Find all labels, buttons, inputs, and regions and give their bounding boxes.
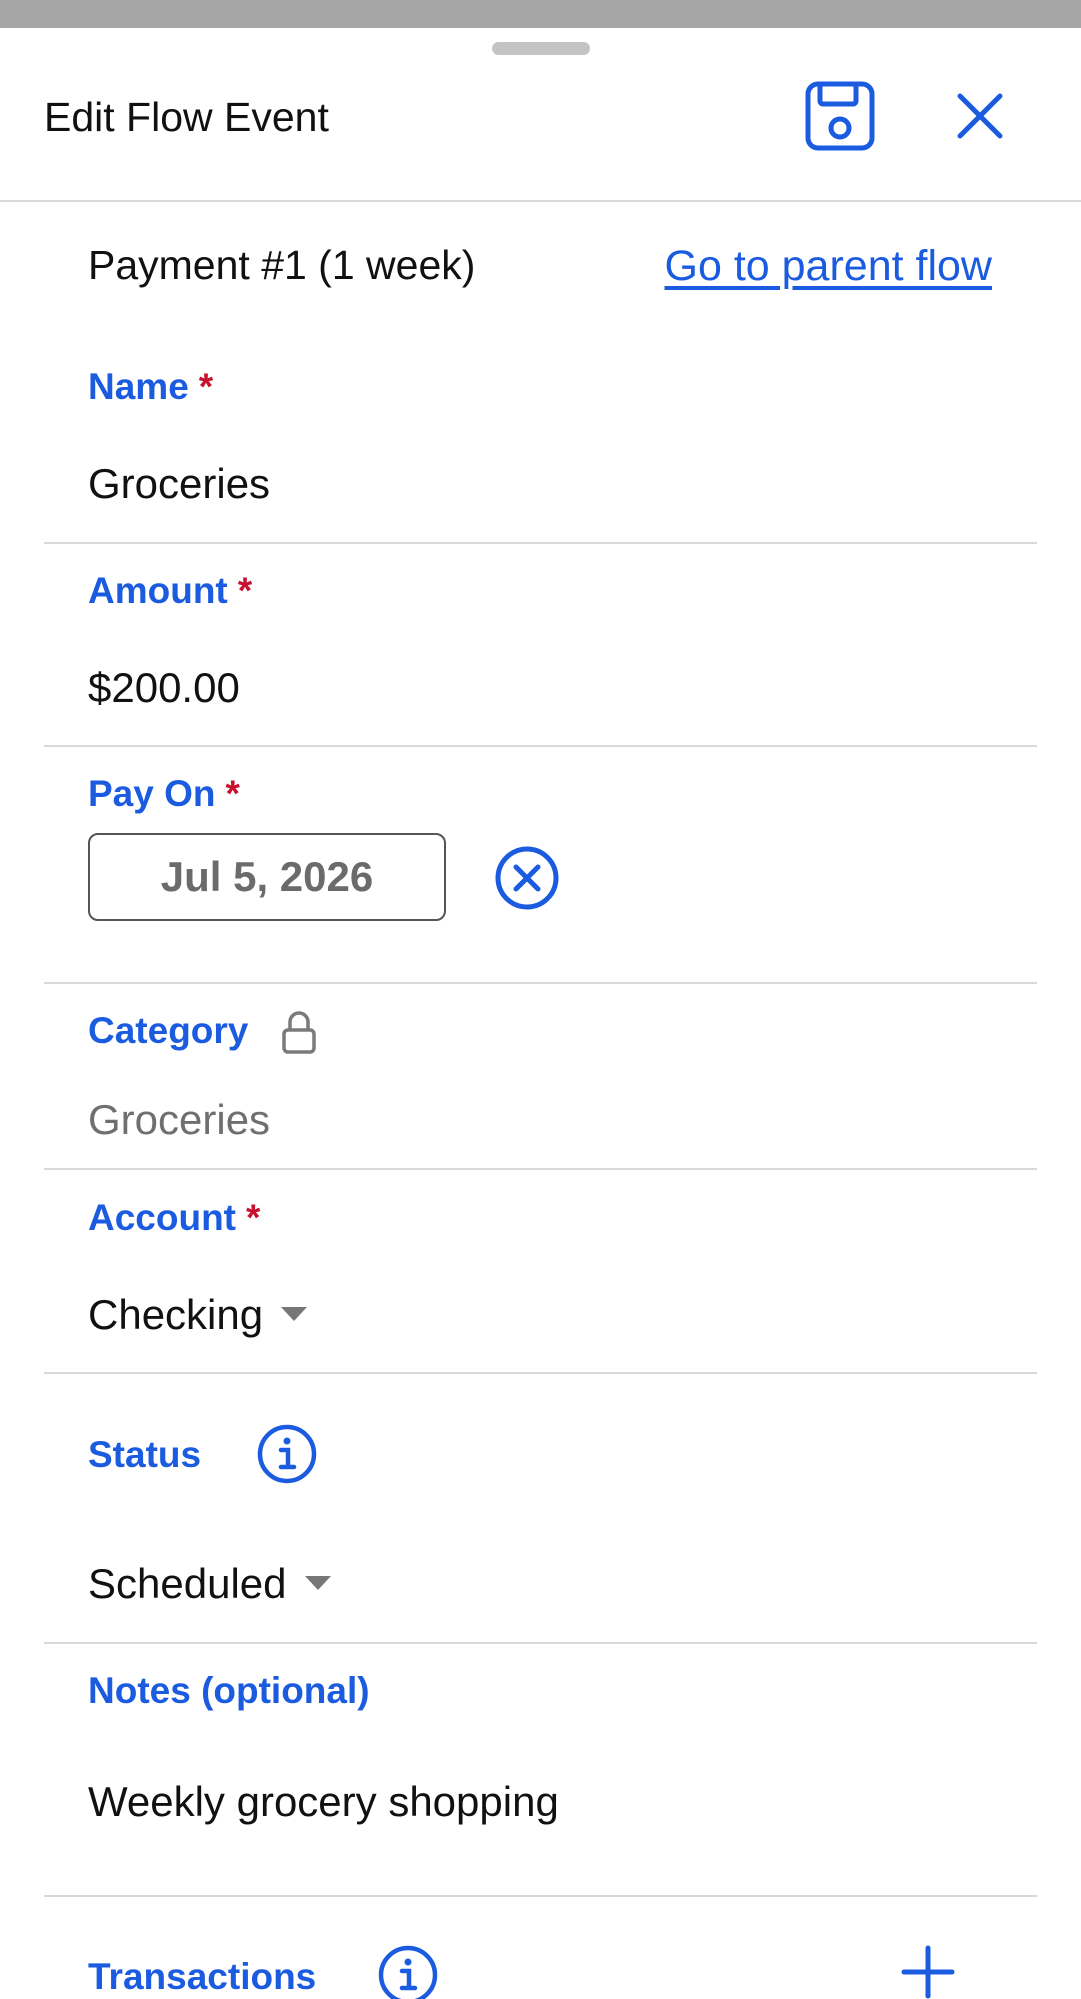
transactions-info-button[interactable] [377, 1944, 439, 1999]
name-label: Name * [88, 366, 213, 408]
amount-field[interactable]: $200.00 [88, 664, 240, 712]
go-to-parent-flow-link[interactable]: Go to parent flow [665, 242, 992, 291]
amount-label: Amount * [88, 570, 252, 612]
status-info-button[interactable] [256, 1423, 318, 1485]
lock-icon [281, 1010, 317, 1054]
payment-subtitle: Payment #1 (1 week) [88, 242, 476, 288]
pay-on-label: Pay On * [88, 773, 240, 815]
info-icon [257, 1424, 317, 1484]
amount-label-text: Amount [88, 570, 228, 611]
clear-date-button[interactable] [494, 845, 560, 911]
required-mark: * [198, 366, 214, 407]
name-label-text: Name [88, 366, 189, 407]
status-label: Status [88, 1434, 202, 1475]
divider [44, 745, 1037, 747]
transactions-label: Transactions [88, 1956, 317, 1997]
notes-field[interactable]: Weekly grocery shopping [88, 1778, 559, 1826]
notes-label: Notes (optional) [88, 1670, 370, 1711]
pay-on-date-picker[interactable]: Jul 5, 2026 [88, 833, 446, 921]
required-mark: * [246, 1197, 261, 1238]
save-button[interactable] [804, 80, 876, 152]
caret-down-icon [304, 1575, 331, 1590]
divider [44, 1168, 1037, 1170]
caret-down-icon [281, 1306, 308, 1321]
plus-icon [901, 1945, 955, 1999]
info-icon [378, 1945, 438, 1999]
account-label-text: Account [88, 1197, 236, 1238]
pay-on-label-text: Pay On [88, 773, 216, 814]
close-button[interactable] [952, 88, 1008, 144]
required-mark: * [225, 773, 240, 814]
account-value: Checking [88, 1291, 264, 1338]
clear-circle-icon [495, 846, 559, 910]
sheet-header: Edit Flow Event [0, 28, 1081, 202]
category-label: Category [88, 1010, 249, 1051]
floppy-disk-icon [805, 81, 875, 151]
name-field[interactable]: Groceries [88, 460, 270, 508]
status-bar-backdrop [0, 0, 1081, 28]
divider [44, 542, 1037, 544]
close-icon [957, 93, 1003, 139]
divider [44, 1642, 1037, 1644]
status-value: Scheduled [88, 1560, 287, 1607]
page-title: Edit Flow Event [44, 94, 329, 140]
divider [44, 982, 1037, 984]
account-label: Account * [88, 1197, 260, 1239]
add-transaction-button[interactable] [900, 1944, 956, 1999]
divider [44, 1895, 1037, 1897]
divider [44, 1372, 1037, 1374]
pay-on-date-value: Jul 5, 2026 [160, 853, 374, 900]
account-dropdown[interactable]: Checking [88, 1291, 308, 1339]
category-value: Groceries [88, 1096, 271, 1143]
status-dropdown[interactable]: Scheduled [88, 1560, 331, 1608]
required-mark: * [237, 570, 253, 611]
